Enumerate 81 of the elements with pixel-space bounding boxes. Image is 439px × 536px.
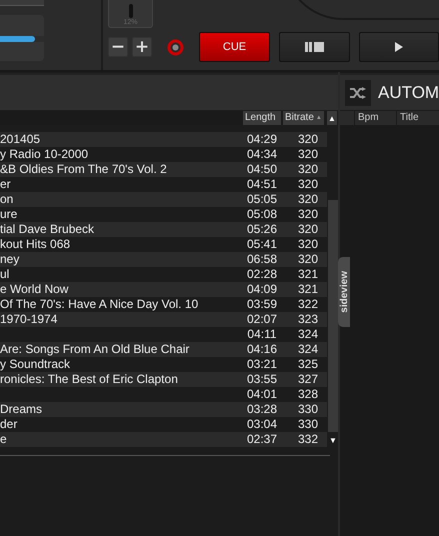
- title-cell: ure: [0, 207, 18, 221]
- deck-panel: [0, 0, 44, 6]
- length-cell: 04:16: [246, 342, 278, 356]
- bitrate-cell: 322: [298, 297, 318, 311]
- bitrate-cell: 320: [298, 192, 318, 206]
- length-cell: 02:28: [246, 267, 278, 281]
- bitrate-cell: 324: [298, 327, 318, 341]
- bitrate-cell: 320: [298, 162, 318, 176]
- bitrate-cell: 323: [298, 312, 318, 326]
- title-cell: Are: Songs From An Old Blue Chair: [0, 342, 190, 356]
- title-cell: kout Hits 068: [0, 237, 70, 251]
- title-cell: y Radio 10-2000: [0, 147, 88, 161]
- title-cell: tial Dave Brubeck: [0, 222, 94, 236]
- bitrate-cell: 320: [298, 252, 318, 266]
- column-header[interactable]: Length: [243, 111, 281, 125]
- bitrate-cell: 330: [298, 417, 318, 431]
- bitrate-cell: 320: [298, 222, 318, 236]
- title-cell: ronicles: The Best of Eric Clapton: [0, 372, 178, 386]
- bitrate-cell: 330: [298, 402, 318, 416]
- length-cell: 04:29: [246, 132, 278, 146]
- length-cell: 02:07: [246, 312, 278, 326]
- title-cell: e World Now: [0, 282, 68, 296]
- scrollbar-thumb[interactable]: [328, 200, 338, 432]
- bitrate-cell: 321: [298, 267, 318, 281]
- bitrate-cell: 324: [298, 342, 318, 356]
- bitrate-cell: 325: [298, 357, 318, 371]
- bitrate-cell: 321: [298, 282, 318, 296]
- length-cell: 05:08: [246, 207, 278, 221]
- column-header[interactable]: Bpm: [354, 111, 396, 125]
- bitrate-cell: 320: [298, 147, 318, 161]
- pause-button[interactable]: [279, 32, 350, 62]
- title-cell: der: [0, 417, 18, 431]
- length-cell: 04:11: [247, 327, 277, 341]
- scroll-down-button[interactable]: ▼: [328, 434, 338, 447]
- title-cell: ney: [0, 252, 20, 266]
- pause-stop-icon: [305, 42, 324, 52]
- title-cell: &B Oldies From The 70's Vol. 2: [0, 162, 167, 176]
- length-cell: 04:34: [246, 147, 278, 161]
- scroll-up-button[interactable]: ▲: [327, 111, 337, 125]
- length-cell: 05:41: [246, 237, 278, 251]
- shuffle-icon[interactable]: [345, 80, 371, 106]
- title-cell: 201405: [0, 132, 40, 146]
- bitrate-cell: 320: [298, 207, 318, 221]
- length-cell: 03:21: [246, 357, 278, 371]
- cue-button[interactable]: CUE: [199, 32, 270, 62]
- bitrate-cell: 328: [298, 387, 318, 401]
- pitch-step-button[interactable]: +: [132, 37, 152, 57]
- length-cell: 03:59: [246, 297, 278, 311]
- automix-title: AUTOM: [378, 82, 439, 102]
- length-cell: 03:55: [246, 372, 278, 386]
- bitrate-cell: 332: [298, 432, 318, 446]
- length-cell: 05:26: [246, 222, 278, 236]
- title-cell: on: [0, 192, 14, 206]
- column-header[interactable]: Title: [396, 111, 438, 125]
- bitrate-cell: 327: [298, 372, 318, 386]
- length-cell: 05:05: [246, 192, 278, 206]
- length-cell: 03:04: [246, 417, 278, 431]
- title-cell: 1970-1974: [0, 312, 58, 326]
- length-cell: 02:37: [246, 432, 278, 446]
- play-icon: [395, 42, 403, 52]
- title-cell: er: [0, 177, 11, 191]
- bitrate-cell: 320: [298, 237, 318, 251]
- column-label: Bitrate: [285, 111, 314, 125]
- title-cell: e: [0, 432, 7, 446]
- slider-track[interactable]: [0, 36, 44, 42]
- length-cell: 04:51: [246, 177, 278, 191]
- length-cell: 04:09: [246, 282, 278, 296]
- title-cell: Of The 70's: Have A Nice Day Vol. 10: [0, 297, 198, 311]
- length-cell: 04:01: [246, 387, 278, 401]
- title-cell: Dreams: [0, 402, 42, 416]
- ring-icon: [167, 38, 184, 56]
- bitrate-cell: 320: [298, 132, 318, 146]
- sideview-tab[interactable]: sideview: [338, 257, 350, 327]
- title-cell: ul: [0, 267, 10, 281]
- bitrate-cell: 320: [298, 177, 318, 191]
- pitch-step-button[interactable]: −: [108, 37, 128, 57]
- length-cell: 03:28: [246, 402, 278, 416]
- length-cell: 04:50: [246, 162, 278, 176]
- column-label: Length: [245, 111, 276, 125]
- title-cell: y Soundtrack: [0, 357, 70, 371]
- length-cell: 06:58: [246, 252, 278, 266]
